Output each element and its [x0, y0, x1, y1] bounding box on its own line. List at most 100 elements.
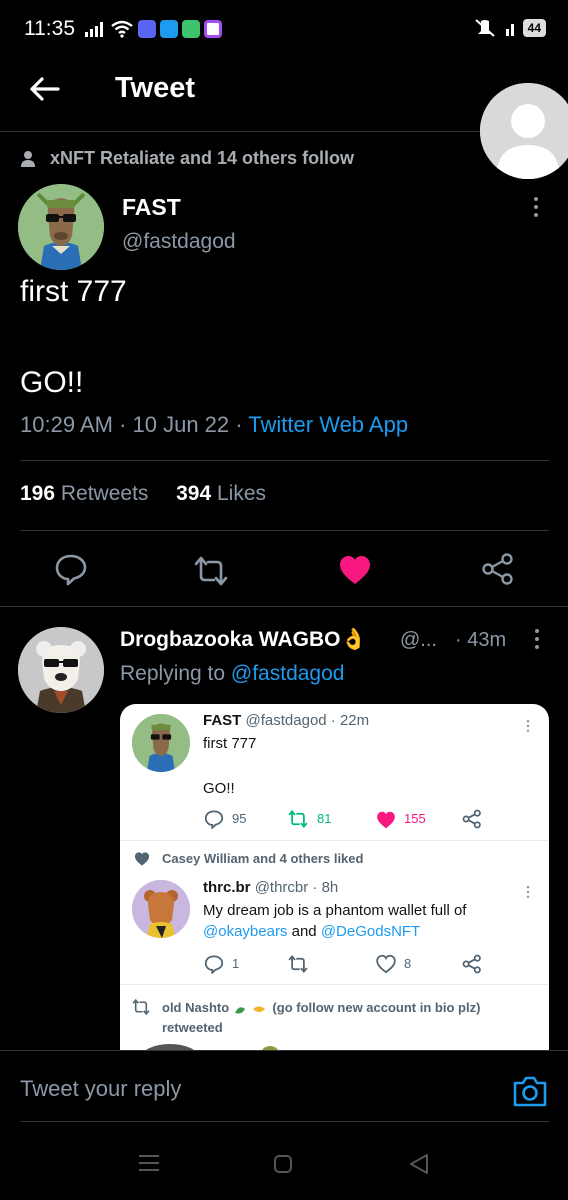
embed-retweeted-label: retweeted: [162, 1020, 223, 1035]
messenger-icon: [204, 20, 222, 38]
embed-like-icon: [377, 811, 395, 829]
goat-avatar-icon: [18, 184, 104, 270]
signal-icon: [85, 22, 103, 37]
stats-divider-bottom: [20, 530, 549, 531]
embed-retweeted-icon: [132, 998, 150, 1016]
embed-more-icon: [526, 720, 530, 732]
home-nav-icon[interactable]: [273, 1154, 293, 1174]
retweet-icon[interactable]: [194, 554, 228, 588]
embed-tweet2-author-line: thrc.br @thrcbr · 8h: [203, 879, 338, 896]
system-nav-bar: [0, 1122, 568, 1200]
replying-to-link[interactable]: @fastdagod: [231, 662, 345, 685]
author-avatar[interactable]: [18, 184, 104, 270]
reply-more-icon[interactable]: [534, 629, 540, 649]
tweet-timestamp: 10:29 AM · 10 Jun 22 ·: [20, 412, 249, 437]
default-avatar-icon: [480, 83, 568, 179]
tweet-source-link[interactable]: Twitter Web App: [248, 412, 408, 437]
bear-avatar-icon: [132, 880, 190, 938]
embed-liked-heart-icon: [134, 852, 150, 866]
reply-author-handle[interactable]: @...: [400, 629, 437, 652]
embed-divider-2: [120, 984, 549, 985]
embed-liked-context: Casey William and 4 others liked: [162, 851, 364, 866]
embed-like-count: 155: [404, 811, 426, 826]
embed-share-icon: [462, 809, 481, 829]
main-tweet-divider: [0, 606, 568, 607]
author-name[interactable]: FAST: [122, 194, 181, 221]
replying-to: Replying to @fastdagod: [120, 662, 344, 686]
likes-count: 394: [176, 482, 212, 505]
attached-image[interactable]: FAST @fastdagod · 22m first 777 GO!! 95 …: [120, 704, 549, 1050]
status-right: 44: [473, 18, 546, 38]
tweet-text-line2: GO!!: [20, 366, 84, 399]
stats-divider-top: [20, 460, 549, 461]
back-arrow-icon[interactable]: [26, 74, 62, 104]
page-title: Tweet: [115, 72, 196, 104]
reply-bar-divider: [0, 1050, 568, 1051]
embed-retweeter-emoji-icons: [233, 1002, 269, 1015]
embed-tweet2-retweet-icon: [288, 954, 308, 974]
likes-label: Likes: [211, 482, 267, 505]
like-heart-icon[interactable]: [338, 553, 372, 587]
embed-author-avatar: [132, 714, 190, 772]
embed-retweeter-note: (go follow new account in bio plz): [272, 1000, 481, 1015]
status-time: 11:35: [24, 17, 75, 40]
social-context[interactable]: xNFT Retaliate and 14 others follow: [20, 148, 354, 169]
embed-tweet2-more-icon: [526, 886, 530, 898]
embed-tweet2-reply-count: 1: [232, 956, 240, 971]
embed-divider-1: [120, 840, 549, 841]
embed-tweet2-like-count: 8: [404, 956, 412, 971]
twitter-icon: [160, 20, 178, 38]
phone-app-icon: [182, 20, 200, 38]
reply-icon[interactable]: [54, 552, 88, 586]
tweet-more-icon[interactable]: [533, 197, 539, 217]
back-nav-icon[interactable]: [408, 1153, 430, 1175]
tweet-stats: 196 Retweets 394 Likes: [20, 482, 266, 506]
status-icons: [84, 20, 222, 38]
bear-avatar-icon: [18, 627, 104, 713]
embed-retweeter-name: old Nashto: [162, 1000, 230, 1015]
goat-avatar-icon: [132, 714, 190, 772]
embed-tweet2-handle-time: @thrcbr · 8h: [254, 879, 339, 896]
author-handle[interactable]: @fastdagod: [122, 230, 236, 254]
reply-author-avatar[interactable]: [18, 627, 104, 713]
social-context-text: xNFT Retaliate and 14 others follow: [50, 148, 355, 168]
wifi-icon: [111, 20, 133, 38]
profile-avatar-placeholder[interactable]: [480, 83, 568, 179]
embed-author-name: FAST: [203, 712, 242, 729]
embed-tweet2-name: thrc.br: [203, 879, 251, 896]
tweet-meta: 10:29 AM · 10 Jun 22 · Twitter Web App: [20, 412, 408, 438]
embed-tweet2-reply-icon: [204, 955, 224, 974]
status-bar: 11:35 44: [0, 0, 568, 58]
cell-signal-icon: [505, 24, 514, 36]
embed-retweet-count: 81: [317, 811, 332, 826]
reply-input[interactable]: Tweet your reply: [20, 1076, 181, 1102]
embed-tweet2-text: My dream job is a phantom wallet full of: [203, 902, 467, 919]
embed-reply-count: 95: [232, 811, 247, 826]
camera-icon[interactable]: [512, 1074, 548, 1108]
embed-mention-and: and: [287, 923, 321, 940]
menu-nav-icon[interactable]: [138, 1154, 160, 1172]
likes-stat[interactable]: 394 Likes: [176, 482, 266, 505]
embed-reply-icon: [204, 810, 224, 829]
retweets-count: 196: [20, 482, 56, 505]
retweets-label: Retweets: [55, 482, 149, 505]
embed-retweet-context: old Nashto (go follow new account in bio…: [162, 998, 542, 1038]
tweet-text-line1: first 777: [20, 275, 127, 308]
embed-retweet-icon: [288, 809, 308, 829]
reply-timestamp: · 43m: [455, 629, 507, 651]
retweets-stat[interactable]: 196 Retweets: [20, 482, 148, 505]
person-icon: [21, 150, 35, 167]
embed-tweet2-share-icon: [462, 954, 481, 974]
embed-tweet2-avatar: [132, 880, 190, 938]
embed-tweet2-like-icon: [376, 954, 396, 974]
embed-handle-time: @fastdagod · 22m: [245, 712, 370, 729]
share-icon[interactable]: [481, 552, 515, 586]
reply-author-name[interactable]: Drogbazooka WAGBO👌: [120, 628, 367, 652]
battery-indicator: 44: [522, 19, 546, 37]
embed-text-line1: first 777: [203, 735, 257, 752]
embed-text-line2: GO!!: [203, 780, 235, 797]
mute-icon: [474, 19, 495, 37]
embed-mention-okaybears: @okaybears: [203, 923, 288, 940]
discord-icon: [138, 20, 156, 38]
replying-prefix: Replying to: [120, 662, 231, 685]
